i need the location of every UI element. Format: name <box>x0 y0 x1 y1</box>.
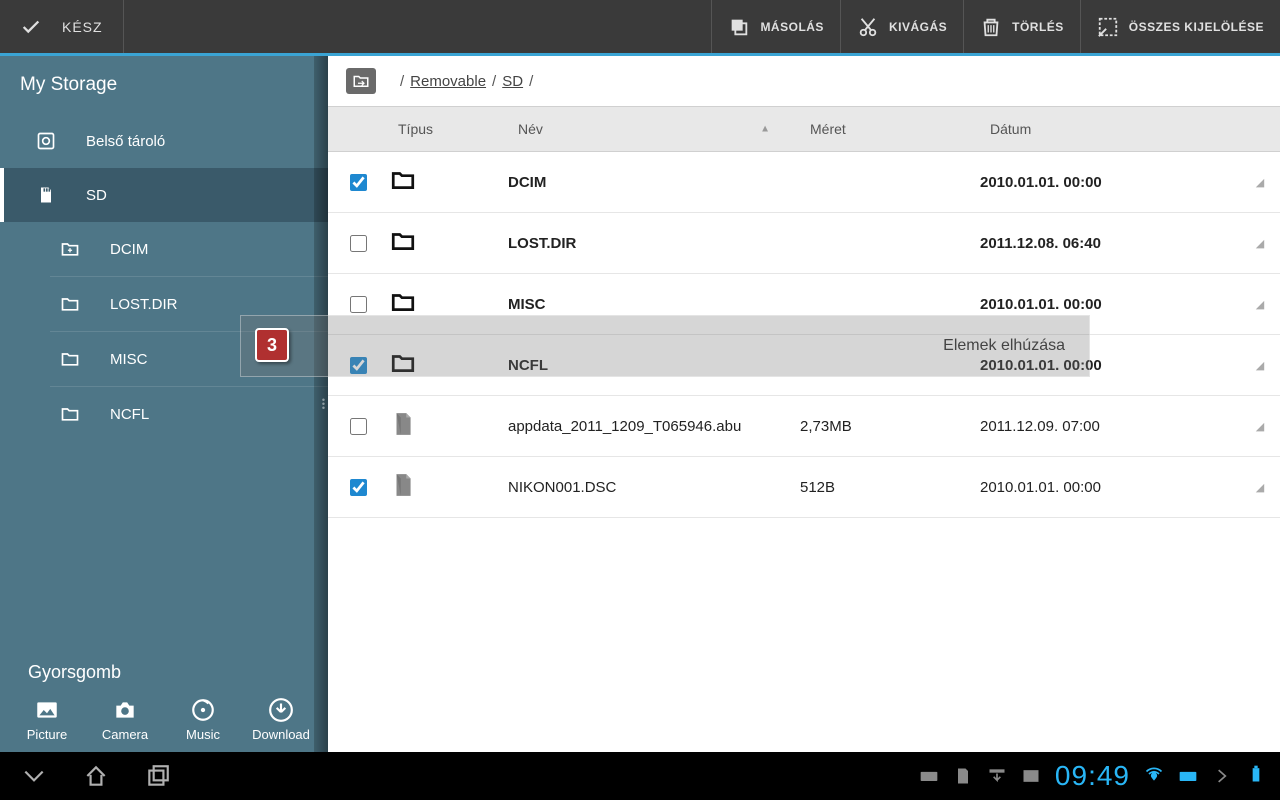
row-checkbox[interactable] <box>350 418 367 435</box>
col-name[interactable]: Név▲ <box>508 107 800 151</box>
sidebar-item-dcim[interactable]: DCIM <box>0 222 328 276</box>
home-button[interactable] <box>76 756 116 796</box>
file-row[interactable]: LOST.DIR 2011.12.08. 06:40◢ <box>328 213 1280 274</box>
music-icon <box>190 697 216 723</box>
breadcrumb-sd[interactable]: SD <box>502 73 523 90</box>
shortcut-picture[interactable]: Picture <box>12 697 82 742</box>
sd-status-icon <box>953 766 973 786</box>
folder-icon <box>60 404 80 424</box>
row-checkbox[interactable] <box>350 479 367 496</box>
row-name: LOST.DIR <box>508 235 800 252</box>
col-date[interactable]: Dátum <box>980 107 1240 151</box>
file-icon <box>388 472 508 502</box>
row-more-icon[interactable]: ◢ <box>1240 420 1280 433</box>
shortcut-download[interactable]: Download <box>246 697 316 742</box>
action-bar: KÉSZ MÁSOLÁS KIVÁGÁS TÖRLÉS ÖSSZES KIJEL… <box>0 0 1280 56</box>
file-list: DCIM2010.01.01. 00:00◢LOST.DIR2011.12.08… <box>328 152 1280 752</box>
recent-apps-button[interactable] <box>138 756 178 796</box>
row-date: 2011.12.09. 07:00 <box>980 418 1240 435</box>
file-content: / Removable / SD / Típus Név▲ Méret Dátu… <box>328 56 1280 752</box>
check-icon <box>20 16 42 38</box>
shortcut-camera[interactable]: Camera <box>90 697 160 742</box>
row-size: 512B <box>800 479 980 496</box>
drag-count-badge: 3 <box>255 328 289 362</box>
picture-icon <box>34 697 60 723</box>
breadcrumb-root-icon[interactable] <box>346 68 376 94</box>
row-date: 2010.01.01. 00:00 <box>980 296 1240 313</box>
folder-icon <box>60 294 80 314</box>
sidebar-title: My Storage <box>0 56 328 114</box>
row-name: DCIM <box>508 174 800 191</box>
back-button[interactable] <box>14 756 54 796</box>
download-status-icon <box>987 766 1007 786</box>
download-icon <box>268 697 294 723</box>
copy-icon <box>728 16 750 38</box>
row-checkbox[interactable] <box>350 174 367 191</box>
breadcrumb: / Removable / SD / <box>328 56 1280 106</box>
folder-icon <box>388 167 508 197</box>
row-more-icon[interactable]: ◢ <box>1240 237 1280 250</box>
clock: 09:49 <box>1055 760 1130 792</box>
copy-button[interactable]: MÁSOLÁS <box>711 0 840 53</box>
breadcrumb-removable[interactable]: Removable <box>410 73 486 90</box>
select-all-icon <box>1097 16 1119 38</box>
row-date: 2010.01.01. 00:00 <box>980 174 1240 191</box>
row-checkbox[interactable] <box>350 235 367 252</box>
row-name: MISC <box>508 296 800 313</box>
row-checkbox[interactable] <box>350 296 367 313</box>
row-date: 2011.12.08. 06:40 <box>980 235 1240 252</box>
col-type[interactable]: Típus <box>388 107 508 151</box>
sidebar-item-internal[interactable]: Belső tároló <box>0 114 328 168</box>
battery-icon <box>1246 764 1266 784</box>
sidebar-item-ncfl[interactable]: NCFL <box>0 387 328 441</box>
folder-plus-icon <box>60 239 80 259</box>
cut-button[interactable]: KIVÁGÁS <box>840 0 963 53</box>
file-row[interactable]: appdata_2011_1209_T065946.abu2,73MB2011.… <box>328 396 1280 457</box>
wifi-icon <box>1144 764 1164 784</box>
col-size[interactable]: Méret <box>800 107 980 151</box>
cut-icon <box>857 16 879 38</box>
delete-button[interactable]: TÖRLÉS <box>963 0 1080 53</box>
keyboard-icon <box>919 766 939 786</box>
row-more-icon[interactable]: ◢ <box>1240 176 1280 189</box>
file-row[interactable]: NIKON001.DSC512B2010.01.01. 00:00◢ <box>328 457 1280 518</box>
sort-asc-icon: ▲ <box>760 124 770 135</box>
sd-icon <box>36 185 56 205</box>
row-more-icon[interactable]: ◢ <box>1240 481 1280 494</box>
file-row[interactable]: DCIM 2010.01.01. 00:00◢ <box>328 152 1280 213</box>
done-button[interactable]: KÉSZ <box>0 0 124 53</box>
sidebar-drag-handle[interactable]: ••• <box>314 56 328 752</box>
camera-icon <box>112 697 138 723</box>
shortcuts-title: Gyorsgomb <box>0 644 328 693</box>
folder-icon <box>60 349 80 369</box>
trash-icon <box>980 16 1002 38</box>
select-all-button[interactable]: ÖSSZES KIJELÖLÉSE <box>1080 0 1280 53</box>
drag-overlay: 3 Elemek elhúzása <box>240 315 1090 377</box>
column-headers: Típus Név▲ Méret Dátum <box>328 106 1280 152</box>
shortcut-music[interactable]: Music <box>168 697 238 742</box>
file-icon <box>388 411 508 441</box>
keyboard2-icon <box>1178 766 1198 786</box>
gallery-status-icon <box>1021 766 1041 786</box>
row-size: 2,73MB <box>800 418 980 435</box>
storage-icon <box>36 131 56 151</box>
drag-label: Elemek elhúzása <box>943 337 1065 355</box>
chevron-right-icon <box>1212 766 1232 786</box>
row-date: 2010.01.01. 00:00 <box>980 479 1240 496</box>
system-navbar: 09:49 <box>0 752 1280 800</box>
row-more-icon[interactable]: ◢ <box>1240 298 1280 311</box>
row-name: NIKON001.DSC <box>508 479 800 496</box>
row-name: appdata_2011_1209_T065946.abu <box>508 418 800 435</box>
done-label: KÉSZ <box>62 19 103 35</box>
folder-icon <box>388 228 508 258</box>
sidebar: My Storage Belső tároló SD DCIM LOST.DIR… <box>0 56 328 752</box>
sidebar-item-sd[interactable]: SD <box>0 168 328 222</box>
row-more-icon[interactable]: ◢ <box>1240 359 1280 372</box>
